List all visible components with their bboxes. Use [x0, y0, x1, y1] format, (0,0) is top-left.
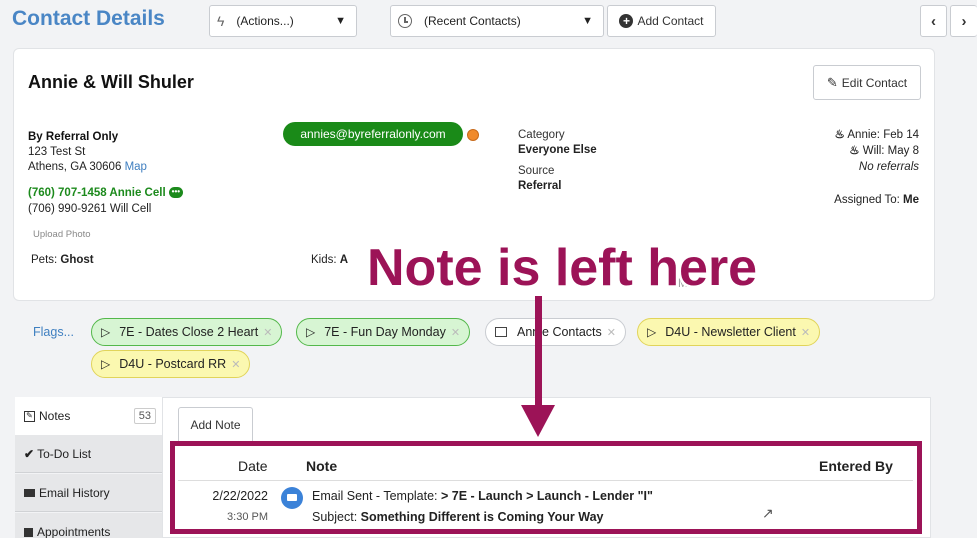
remove-flag-icon[interactable]: ✕	[263, 326, 272, 339]
notes-count-badge: 53	[133, 408, 156, 424]
birthday-will-text: Will: May 8	[862, 145, 919, 157]
archive-icon	[495, 327, 507, 337]
phone-primary[interactable]: (760) 707-1458 Annie Cell •••	[28, 185, 183, 201]
annotation-arrow-head	[521, 405, 555, 437]
pets-field: Pets: Ghost	[31, 252, 94, 268]
email-address: annies@byreferralonly.com	[300, 127, 446, 141]
flag-chip[interactable]: ▷ 7E - Dates Close 2 Heart ✕	[91, 318, 283, 346]
referrals-text: No referrals	[858, 161, 919, 173]
kids-value: A	[339, 254, 349, 266]
remove-flag-icon[interactable]: ✕	[231, 358, 240, 371]
source-label: Source	[518, 165, 555, 177]
category-value: Everyone Else	[518, 144, 597, 156]
chevron-right-icon: ›	[961, 12, 967, 30]
flag-icon: ▷	[647, 325, 657, 339]
chevron-left-icon: ‹	[931, 12, 936, 30]
birthday-annie: ♨ Annie: Feb 14	[799, 127, 919, 143]
flag-chip[interactable]: ▷ D4U - Newsletter Client ✕	[637, 318, 821, 346]
company-name: By Referral Only	[28, 131, 119, 143]
tab-email-history[interactable]: Email History	[15, 474, 162, 512]
map-link[interactable]: Map	[125, 161, 147, 173]
flag-label: Annie Contacts	[517, 325, 602, 339]
birthday-will: ♨ Will: May 8	[799, 143, 919, 159]
email-pill[interactable]: annies@byreferralonly.com	[283, 122, 463, 146]
chevron-down-icon: ▼	[335, 15, 346, 27]
flag-label: D4U - Newsletter Client	[665, 325, 796, 339]
edit-contact-label: Edit Contact	[841, 75, 908, 90]
assigned-value: Me	[903, 194, 919, 206]
source-value: Referral	[518, 180, 562, 192]
flag-chip[interactable]: ▷ D4U - Postcard RR ✕	[91, 350, 251, 378]
kids-field: Kids: A	[311, 252, 348, 268]
kids-label: Kids:	[311, 254, 337, 266]
edit-contact-button[interactable]: ✎ Edit Contact	[813, 65, 921, 100]
previous-contact-button[interactable]: ‹	[920, 5, 947, 37]
add-contact-label: Add Contact	[637, 14, 704, 28]
address-line1: 123 Test St	[28, 146, 86, 158]
address-line2: Athens, GA 30606 Map	[28, 159, 147, 175]
pets-label: Pets:	[31, 254, 58, 266]
annotation-arrow-shaft	[535, 296, 542, 411]
cake-icon: ♨	[849, 145, 860, 157]
email-status-icon	[467, 129, 479, 141]
remove-flag-icon[interactable]: ✕	[801, 326, 810, 339]
page-title: Contact Details	[12, 7, 165, 30]
flags-link[interactable]: Flags...	[33, 325, 74, 339]
recent-contacts-value: (Recent Contacts)	[424, 14, 521, 28]
chevron-down-icon: ▼	[582, 15, 593, 27]
category-label: Category	[518, 129, 565, 141]
pencil-square-icon: ✎	[24, 410, 35, 422]
tab-notes[interactable]: ✎ Notes 53	[15, 397, 162, 435]
tab-email-label: Email History	[39, 485, 110, 500]
tab-appointments[interactable]: Appointments	[15, 513, 162, 538]
tab-todo-list[interactable]: ✔ To-Do List	[15, 435, 162, 473]
next-contact-button[interactable]: ›	[950, 5, 977, 37]
remove-flag-icon[interactable]: ✕	[607, 326, 616, 339]
clock-icon	[398, 14, 412, 28]
cake-icon: ♨	[834, 129, 845, 141]
flag-icon: ▷	[306, 325, 316, 339]
pets-value: Ghost	[60, 254, 94, 266]
flag-chip[interactable]: ▷ 7E - Fun Day Monday ✕	[296, 318, 471, 346]
tab-appointments-label: Appointments	[37, 525, 111, 538]
actions-select-value: (Actions...)	[236, 14, 294, 28]
envelope-icon	[24, 488, 35, 497]
recent-contacts-select[interactable]: (Recent Contacts) ▼	[390, 5, 604, 37]
plus-circle-icon: +	[619, 14, 634, 28]
upload-photo-link[interactable]: Upload Photo	[33, 229, 91, 240]
assigned-label: Assigned To:	[834, 194, 900, 206]
pencil-icon: ✎	[826, 74, 838, 90]
calendar-icon	[24, 527, 33, 537]
lightning-icon: ϟ	[217, 13, 225, 29]
add-contact-button[interactable]: + Add Contact	[607, 5, 716, 37]
tab-notes-label: Notes	[39, 409, 71, 423]
annotation-text: Note is left here	[367, 239, 758, 297]
flag-icon: ▷	[101, 357, 111, 371]
chat-bubble-icon[interactable]: •••	[168, 187, 183, 199]
assigned-to: Assigned To: Me	[779, 192, 919, 208]
flag-label: 7E - Fun Day Monday	[324, 325, 446, 339]
flag-chip[interactable]: Annie Contacts ✕	[485, 318, 626, 346]
check-icon: ✔	[24, 446, 35, 461]
annotation-highlight-box	[170, 441, 922, 534]
add-note-label: Add Note	[190, 417, 241, 432]
phone-secondary[interactable]: (706) 990-9261 Will Cell	[28, 201, 151, 217]
actions-select[interactable]: ϟ (Actions...) ▼	[209, 5, 357, 37]
phone-primary-text: (760) 707-1458 Annie Cell	[28, 187, 166, 199]
tab-todo-label: To-Do List	[37, 446, 92, 461]
address-city: Athens, GA 30606	[28, 161, 122, 173]
add-note-button[interactable]: Add Note	[178, 407, 253, 441]
flag-icon: ▷	[101, 325, 111, 339]
remove-flag-icon[interactable]: ✕	[451, 326, 460, 339]
birthday-annie-text: Annie: Feb 14	[847, 129, 919, 141]
flag-label: 7E - Dates Close 2 Heart	[119, 325, 259, 339]
flag-label: D4U - Postcard RR	[119, 357, 227, 371]
contact-name: Annie & Will Shuler	[28, 72, 194, 92]
